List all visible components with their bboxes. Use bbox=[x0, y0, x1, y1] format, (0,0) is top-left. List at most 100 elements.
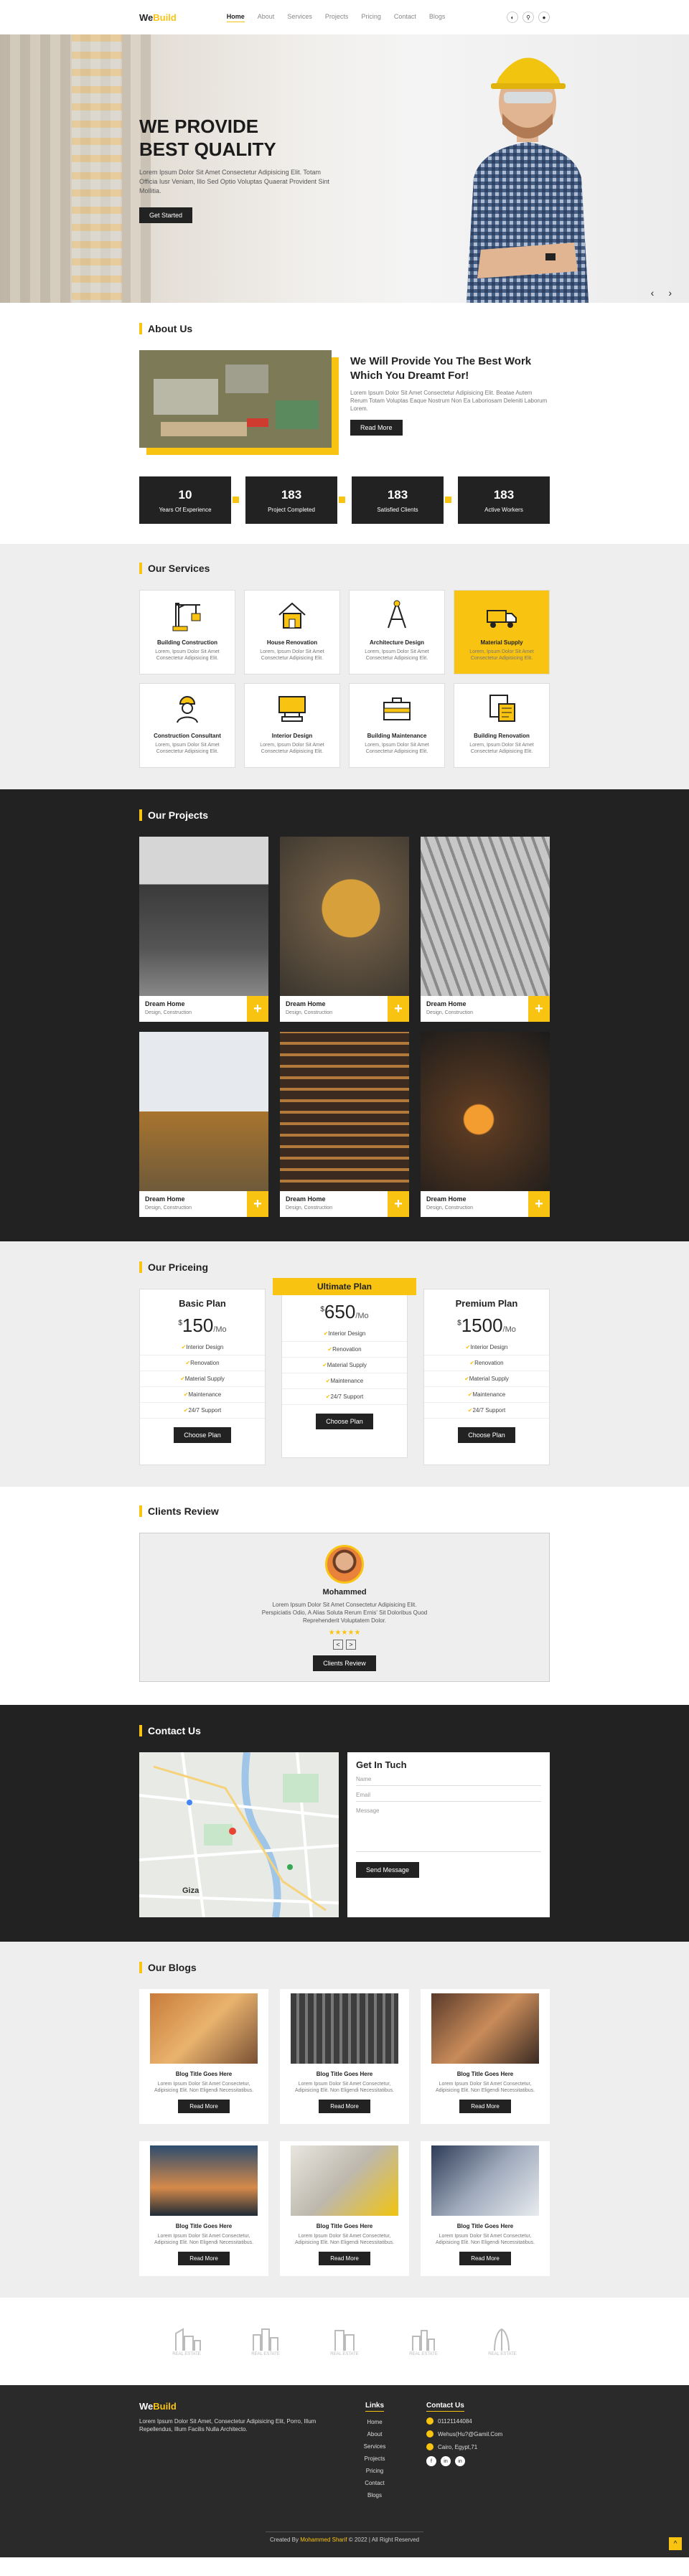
plus-icon[interactable]: + bbox=[247, 996, 268, 1022]
blog-card: Blog Title Goes Here Lorem Ipsum Dolor Si… bbox=[421, 1989, 550, 2124]
plan-features: Interior Design Renovation Material Supp… bbox=[282, 1326, 407, 1405]
phone-icon bbox=[426, 2417, 433, 2425]
partner-label: REAL ESTATE bbox=[488, 2352, 517, 2356]
about-description: Lorem Ipsum Dolor Sit Amet Consectetur A… bbox=[350, 390, 548, 412]
construction-site-photo bbox=[139, 350, 332, 448]
partner-label: REAL ESTATE bbox=[251, 2352, 280, 2356]
footer-link-blogs[interactable]: Blogs bbox=[332, 2489, 418, 2501]
blog-read-more-button[interactable]: Read More bbox=[319, 2100, 370, 2113]
blog-read-more-button[interactable]: Read More bbox=[178, 2100, 230, 2113]
footer-link-services[interactable]: Services bbox=[332, 2440, 418, 2453]
plus-icon[interactable]: + bbox=[388, 996, 409, 1022]
footer-link-contact[interactable]: Contact bbox=[332, 2477, 418, 2489]
blog-title: Blog Title Goes Here bbox=[316, 2223, 373, 2229]
nav-pricing[interactable]: Pricing bbox=[361, 13, 381, 22]
plus-icon[interactable]: + bbox=[528, 996, 550, 1022]
linkedin-icon[interactable]: in bbox=[455, 2456, 465, 2466]
nav-blogs[interactable]: Blogs bbox=[429, 13, 446, 22]
service-card[interactable]: Architecture Design Lorem, Ipsum Dolor Si… bbox=[349, 590, 445, 674]
message-field[interactable]: Message bbox=[356, 1802, 541, 1852]
project-card[interactable]: Dream Home Design, Construction + bbox=[280, 1032, 409, 1217]
plus-icon[interactable]: + bbox=[528, 1191, 550, 1217]
blog-read-more-button[interactable]: Read More bbox=[319, 2252, 370, 2265]
house-icon bbox=[278, 602, 306, 629]
choose-plan-button[interactable]: Choose Plan bbox=[316, 1414, 373, 1429]
service-name: House Renovation bbox=[266, 639, 318, 646]
send-message-button[interactable]: Send Message bbox=[356, 1862, 420, 1878]
instagram-icon[interactable]: in bbox=[441, 2456, 451, 2466]
about-title: About Us bbox=[139, 323, 550, 334]
next-review-icon[interactable]: > bbox=[346, 1640, 356, 1650]
about-read-more-button[interactable]: Read More bbox=[350, 420, 403, 436]
blog-text: Lorem Ipsum Dolor Sit Amet Consectetur, … bbox=[154, 2234, 254, 2245]
footer-link-pricing[interactable]: Pricing bbox=[332, 2465, 418, 2477]
blog-read-more-button[interactable]: Read More bbox=[459, 2100, 511, 2113]
clients-review-button[interactable]: Clients Review bbox=[313, 1655, 376, 1671]
nav-home[interactable]: Home bbox=[226, 13, 245, 22]
project-card[interactable]: Dream Home Design, Construction + bbox=[421, 1032, 550, 1217]
hero-next-arrow-icon[interactable]: › bbox=[668, 287, 672, 299]
service-card[interactable]: Construction Consultant Lorem, Ipsum Dolo… bbox=[139, 683, 235, 768]
nav-projects[interactable]: Projects bbox=[325, 13, 349, 22]
facebook-icon[interactable]: f bbox=[426, 2456, 436, 2466]
map-graphic: Giza bbox=[139, 1752, 339, 1917]
search-icon[interactable]: ⚲ bbox=[522, 11, 534, 23]
stat-value: 183 bbox=[387, 487, 408, 502]
email-field[interactable]: Email bbox=[356, 1786, 541, 1802]
partners-section: REAL ESTATE REAL ESTATE REAL ESTATE REAL… bbox=[0, 2298, 689, 2385]
about-section: About Us We Will Provide You The Best Wo… bbox=[0, 303, 689, 544]
choose-plan-button[interactable]: Choose Plan bbox=[174, 1427, 231, 1443]
nav-about[interactable]: About bbox=[258, 13, 275, 22]
prev-review-icon[interactable]: < bbox=[333, 1640, 343, 1650]
logo[interactable]: WeBuild bbox=[139, 12, 177, 23]
user-icon[interactable]: ● bbox=[538, 11, 550, 23]
service-card[interactable]: Building Construction Lorem, Ipsum Dolor … bbox=[139, 590, 235, 674]
map[interactable]: Giza bbox=[139, 1752, 339, 1917]
project-card[interactable]: Dream Home Design, Construction + bbox=[139, 1032, 268, 1217]
copyright-author[interactable]: Mohammed Sharif bbox=[300, 2537, 347, 2543]
scroll-to-top-icon[interactable]: ^ bbox=[669, 2537, 682, 2550]
project-card[interactable]: Dream Home Design, Construction + bbox=[421, 837, 550, 1022]
stats-row: 10 Years Of Experience 183 Project Complet… bbox=[139, 476, 550, 524]
project-card[interactable]: Dream Home Design, Construction + bbox=[280, 837, 409, 1022]
nav-services[interactable]: Services bbox=[287, 13, 312, 22]
project-sub: Design, Construction bbox=[286, 1010, 332, 1015]
stat-label: Satisfied Clients bbox=[377, 506, 418, 513]
service-card[interactable]: Material Supply Lorem, Ipsum Dolor Sit Am… bbox=[454, 590, 550, 674]
plan-period: /Mo bbox=[213, 1325, 227, 1334]
star-rating-icon: ★★★★★ bbox=[328, 1629, 361, 1637]
review-card: Mohammed Lorem Ipsum Dolor Sit Amet Cons… bbox=[139, 1533, 550, 1682]
project-card[interactable]: Dream Home Design, Construction + bbox=[139, 837, 268, 1022]
nav-contact[interactable]: Contact bbox=[394, 13, 416, 22]
service-card[interactable]: Building Maintenance Lorem, Ipsum Dolor S… bbox=[349, 683, 445, 768]
footer-link-about[interactable]: About bbox=[332, 2428, 418, 2440]
projects-section: Our Projects Dream Home Design, Construct… bbox=[0, 789, 689, 1241]
choose-plan-button[interactable]: Choose Plan bbox=[458, 1427, 515, 1443]
service-card[interactable]: House Renovation Lorem, Ipsum Dolor Sit A… bbox=[244, 590, 340, 674]
footer-link-home[interactable]: Home bbox=[332, 2416, 418, 2428]
hero-prev-arrow-icon[interactable]: ‹ bbox=[651, 287, 655, 299]
service-card[interactable]: Building Renovation Lorem, Ipsum Dolor Si… bbox=[454, 683, 550, 768]
partner-label: REAL ESTATE bbox=[330, 2352, 359, 2356]
partner-logo: REAL ESTATE bbox=[169, 2326, 205, 2356]
footer-link-projects[interactable]: Projects bbox=[332, 2453, 418, 2465]
plan-amount: 150 bbox=[182, 1315, 214, 1336]
theme-toggle-icon[interactable]: ◐ bbox=[507, 11, 518, 23]
name-field[interactable]: Name bbox=[356, 1770, 541, 1786]
plus-icon[interactable]: + bbox=[388, 1191, 409, 1217]
crane-icon bbox=[172, 603, 201, 631]
plus-icon[interactable]: + bbox=[247, 1191, 268, 1217]
service-card[interactable]: Interior Design Lorem, Ipsum Dolor Sit Am… bbox=[244, 683, 340, 768]
footer-logo[interactable]: WeBuild bbox=[139, 2401, 319, 2412]
service-desc: Lorem, Ipsum Dolor Sit Amet Consectetur … bbox=[365, 743, 429, 754]
service-desc: Lorem, Ipsum Dolor Sit Amet Consectetur … bbox=[469, 743, 534, 754]
sofa-icon bbox=[278, 696, 306, 722]
plan-price: $1500/Mo bbox=[457, 1315, 516, 1337]
blog-read-more-button[interactable]: Read More bbox=[459, 2252, 511, 2265]
service-name: Construction Consultant bbox=[154, 733, 221, 739]
stat-workers: 183 Active Workers bbox=[458, 476, 550, 524]
blog-read-more-button[interactable]: Read More bbox=[178, 2252, 230, 2265]
plan-period: /Mo bbox=[502, 1325, 516, 1334]
hero-title-line1: WE PROVIDE bbox=[139, 116, 259, 137]
get-started-button[interactable]: Get Started bbox=[139, 207, 193, 223]
